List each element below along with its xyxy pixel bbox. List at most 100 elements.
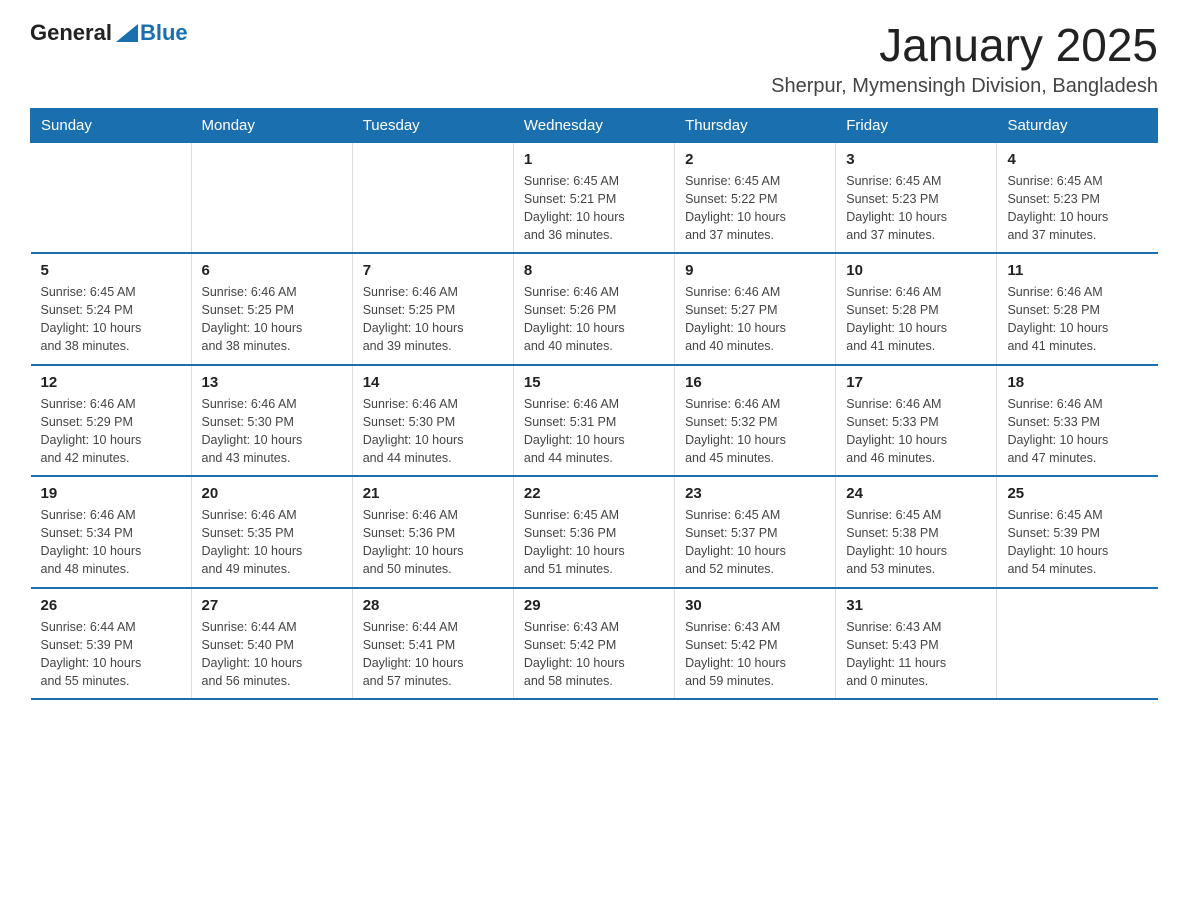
day-info: Sunrise: 6:45 AM Sunset: 5:24 PM Dayligh… [41, 283, 181, 356]
logo-general-text: General [30, 20, 112, 46]
calendar-cell: 13 Sunrise: 6:46 AM Sunset: 5:30 PM Dayli… [191, 365, 352, 477]
calendar-cell: 25Sunrise: 6:45 AM Sunset: 5:39 PM Dayli… [997, 476, 1158, 588]
day-info: Sunrise: 6:44 AM Sunset: 5:39 PM Dayligh… [41, 618, 181, 691]
day-info: Sunrise: 6:46 AM Sunset: 5:25 PM Dayligh… [363, 283, 503, 356]
day-number: 30 [685, 597, 825, 614]
logo-blue-text: Blue [140, 20, 188, 46]
calendar-week-row: 26 Sunrise: 6:44 AM Sunset: 5:39 PM Dayli… [31, 588, 1158, 700]
day-number: 6 [202, 262, 342, 279]
day-number: 17 [846, 374, 986, 391]
day-number: 15 [524, 374, 664, 391]
calendar-cell: 8Sunrise: 6:46 AM Sunset: 5:26 PM Daylig… [513, 253, 674, 365]
day-info: Sunrise: 6:45 AM Sunset: 5:22 PM Dayligh… [685, 172, 825, 245]
calendar-cell: 20 Sunrise: 6:46 AM Sunset: 5:35 PM Dayli… [191, 476, 352, 588]
col-header-tuesday: Tuesday [352, 108, 513, 142]
day-number: 7 [363, 262, 503, 279]
col-header-sunday: Sunday [31, 108, 192, 142]
day-number: 24 [846, 485, 986, 502]
calendar-cell [997, 588, 1158, 700]
calendar-cell: 15 Sunrise: 6:46 AM Sunset: 5:31 PM Dayli… [513, 365, 674, 477]
calendar-cell: 17Sunrise: 6:46 AM Sunset: 5:33 PM Dayli… [836, 365, 997, 477]
day-number: 29 [524, 597, 664, 614]
calendar-cell: 5Sunrise: 6:45 AM Sunset: 5:24 PM Daylig… [31, 253, 192, 365]
calendar-header-row: SundayMondayTuesdayWednesdayThursdayFrid… [31, 108, 1158, 142]
calendar-week-row: 12 Sunrise: 6:46 AM Sunset: 5:29 PM Dayli… [31, 365, 1158, 477]
calendar-cell [191, 142, 352, 253]
calendar-cell: 4Sunrise: 6:45 AM Sunset: 5:23 PM Daylig… [997, 142, 1158, 253]
day-number: 11 [1007, 262, 1147, 279]
day-number: 13 [202, 374, 342, 391]
calendar-cell [352, 142, 513, 253]
calendar-cell: 18 Sunrise: 6:46 AM Sunset: 5:33 PM Dayli… [997, 365, 1158, 477]
day-info: Sunrise: 6:46 AM Sunset: 5:31 PM Dayligh… [524, 395, 664, 468]
day-number: 23 [685, 485, 825, 502]
day-info: Sunrise: 6:46 AM Sunset: 5:34 PM Dayligh… [41, 506, 181, 579]
day-info: Sunrise: 6:43 AM Sunset: 5:42 PM Dayligh… [685, 618, 825, 691]
day-info: Sunrise: 6:46 AM Sunset: 5:27 PM Dayligh… [685, 283, 825, 356]
calendar-cell: 6 Sunrise: 6:46 AM Sunset: 5:25 PM Daylig… [191, 253, 352, 365]
calendar-cell: 19 Sunrise: 6:46 AM Sunset: 5:34 PM Dayli… [31, 476, 192, 588]
day-number: 20 [202, 485, 342, 502]
col-header-friday: Friday [836, 108, 997, 142]
day-number: 14 [363, 374, 503, 391]
logo: General Blue [30, 20, 188, 46]
calendar-cell: 3 Sunrise: 6:45 AM Sunset: 5:23 PM Daylig… [836, 142, 997, 253]
day-number: 2 [685, 151, 825, 168]
col-header-wednesday: Wednesday [513, 108, 674, 142]
calendar-cell: 7 Sunrise: 6:46 AM Sunset: 5:25 PM Daylig… [352, 253, 513, 365]
day-info: Sunrise: 6:46 AM Sunset: 5:30 PM Dayligh… [202, 395, 342, 468]
title-area: January 2025 Sherpur, Mymensingh Divisio… [771, 20, 1158, 98]
day-number: 26 [41, 597, 181, 614]
day-number: 10 [846, 262, 986, 279]
day-info: Sunrise: 6:46 AM Sunset: 5:25 PM Dayligh… [202, 283, 342, 356]
day-info: Sunrise: 6:46 AM Sunset: 5:36 PM Dayligh… [363, 506, 503, 579]
day-info: Sunrise: 6:46 AM Sunset: 5:28 PM Dayligh… [846, 283, 986, 356]
day-info: Sunrise: 6:45 AM Sunset: 5:21 PM Dayligh… [524, 172, 664, 245]
header: General Blue January 2025 Sherpur, Mymen… [30, 20, 1158, 98]
day-info: Sunrise: 6:43 AM Sunset: 5:43 PM Dayligh… [846, 618, 986, 691]
calendar-cell: 11 Sunrise: 6:46 AM Sunset: 5:28 PM Dayli… [997, 253, 1158, 365]
day-info: Sunrise: 6:46 AM Sunset: 5:26 PM Dayligh… [524, 283, 664, 356]
day-info: Sunrise: 6:46 AM Sunset: 5:30 PM Dayligh… [363, 395, 503, 468]
col-header-saturday: Saturday [997, 108, 1158, 142]
calendar-cell: 12 Sunrise: 6:46 AM Sunset: 5:29 PM Dayli… [31, 365, 192, 477]
day-number: 21 [363, 485, 503, 502]
day-info: Sunrise: 6:45 AM Sunset: 5:38 PM Dayligh… [846, 506, 986, 579]
day-info: Sunrise: 6:46 AM Sunset: 5:32 PM Dayligh… [685, 395, 825, 468]
page-subtitle: Sherpur, Mymensingh Division, Bangladesh [771, 75, 1158, 98]
calendar-week-row: 1 Sunrise: 6:45 AM Sunset: 5:21 PM Daylig… [31, 142, 1158, 253]
day-number: 3 [846, 151, 986, 168]
calendar-cell: 14 Sunrise: 6:46 AM Sunset: 5:30 PM Dayli… [352, 365, 513, 477]
calendar-cell: 31 Sunrise: 6:43 AM Sunset: 5:43 PM Dayli… [836, 588, 997, 700]
day-info: Sunrise: 6:45 AM Sunset: 5:37 PM Dayligh… [685, 506, 825, 579]
calendar-week-row: 19 Sunrise: 6:46 AM Sunset: 5:34 PM Dayli… [31, 476, 1158, 588]
day-number: 27 [202, 597, 342, 614]
day-number: 25 [1007, 485, 1147, 502]
day-number: 12 [41, 374, 181, 391]
page-title: January 2025 [771, 20, 1158, 71]
calendar-cell: 10 Sunrise: 6:46 AM Sunset: 5:28 PM Dayli… [836, 253, 997, 365]
calendar-cell: 2 Sunrise: 6:45 AM Sunset: 5:22 PM Daylig… [675, 142, 836, 253]
day-info: Sunrise: 6:44 AM Sunset: 5:40 PM Dayligh… [202, 618, 342, 691]
calendar-cell: 30 Sunrise: 6:43 AM Sunset: 5:42 PM Dayli… [675, 588, 836, 700]
day-number: 1 [524, 151, 664, 168]
calendar-cell: 16Sunrise: 6:46 AM Sunset: 5:32 PM Dayli… [675, 365, 836, 477]
day-info: Sunrise: 6:46 AM Sunset: 5:28 PM Dayligh… [1007, 283, 1147, 356]
calendar-cell: 22Sunrise: 6:45 AM Sunset: 5:36 PM Dayli… [513, 476, 674, 588]
col-header-thursday: Thursday [675, 108, 836, 142]
day-number: 9 [685, 262, 825, 279]
day-info: Sunrise: 6:46 AM Sunset: 5:33 PM Dayligh… [1007, 395, 1147, 468]
day-number: 31 [846, 597, 986, 614]
day-number: 19 [41, 485, 181, 502]
calendar-cell: 28Sunrise: 6:44 AM Sunset: 5:41 PM Dayli… [352, 588, 513, 700]
day-info: Sunrise: 6:44 AM Sunset: 5:41 PM Dayligh… [363, 618, 503, 691]
calendar-table: SundayMondayTuesdayWednesdayThursdayFrid… [30, 108, 1158, 701]
day-info: Sunrise: 6:45 AM Sunset: 5:23 PM Dayligh… [846, 172, 986, 245]
day-info: Sunrise: 6:46 AM Sunset: 5:35 PM Dayligh… [202, 506, 342, 579]
calendar-cell: 26 Sunrise: 6:44 AM Sunset: 5:39 PM Dayli… [31, 588, 192, 700]
day-info: Sunrise: 6:45 AM Sunset: 5:23 PM Dayligh… [1007, 172, 1147, 245]
calendar-cell: 9 Sunrise: 6:46 AM Sunset: 5:27 PM Daylig… [675, 253, 836, 365]
day-info: Sunrise: 6:46 AM Sunset: 5:29 PM Dayligh… [41, 395, 181, 468]
calendar-cell: 29Sunrise: 6:43 AM Sunset: 5:42 PM Dayli… [513, 588, 674, 700]
day-number: 18 [1007, 374, 1147, 391]
